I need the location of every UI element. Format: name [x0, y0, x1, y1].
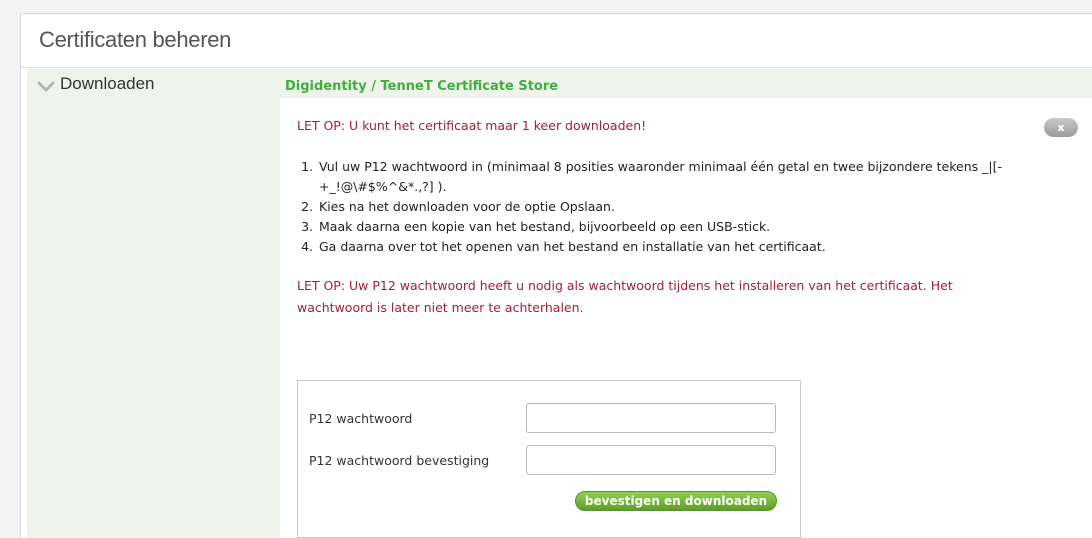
list-item: Vul uw P12 wachtwoord in (minimaal 8 pos… — [317, 157, 1037, 197]
sidebar-item-label: Downloaden — [60, 74, 155, 93]
confirm-password-label: P12 wachtwoord bevestiging — [309, 453, 490, 468]
download-content: LET OP: U kunt het certificaat maar 1 ke… — [280, 98, 1092, 538]
section-header: Digidentity / TenneT Certificate Store — [280, 68, 1092, 98]
page-title: Certificaten beheren — [39, 27, 232, 52]
chevron-down-icon — [37, 78, 55, 92]
password-label: P12 wachtwoord — [309, 411, 413, 426]
main-section: Digidentity / TenneT Certificate Store L… — [280, 68, 1092, 538]
password-warning: LET OP: Uw P12 wachtwoord heeft u nodig … — [297, 278, 953, 315]
confirm-download-button[interactable]: bevestigen en downloaden — [575, 491, 777, 511]
section-title: Digidentity / TenneT Certificate Store — [285, 79, 559, 94]
warning-message: LET OP: U kunt het certificaat maar 1 ke… — [297, 118, 647, 133]
list-item: Ga daarna over tot het openen van het be… — [317, 237, 1037, 257]
confirm-password-input[interactable] — [526, 445, 776, 475]
close-button[interactable]: x — [1044, 118, 1078, 137]
list-item: Kies na het downloaden voor de optie Ops… — [317, 197, 1037, 217]
list-item: Maak daarna een kopie van het bestand, b… — [317, 217, 1037, 237]
sidebar: Downloaden — [27, 68, 280, 537]
password-form: P12 wachtwoord P12 wachtwoord bevestigin… — [297, 380, 801, 538]
panel-header: Certificaten beheren — [21, 14, 1092, 68]
instructions-list: Vul uw P12 wachtwoord in (minimaal 8 pos… — [297, 157, 1037, 257]
certificates-panel: Certificaten beheren Downloaden Digident… — [20, 13, 1092, 538]
password-input[interactable] — [526, 403, 776, 433]
panel-body: Downloaden Digidentity / TenneT Certific… — [27, 68, 1092, 538]
sidebar-item-downloaden[interactable]: Downloaden — [37, 74, 280, 94]
